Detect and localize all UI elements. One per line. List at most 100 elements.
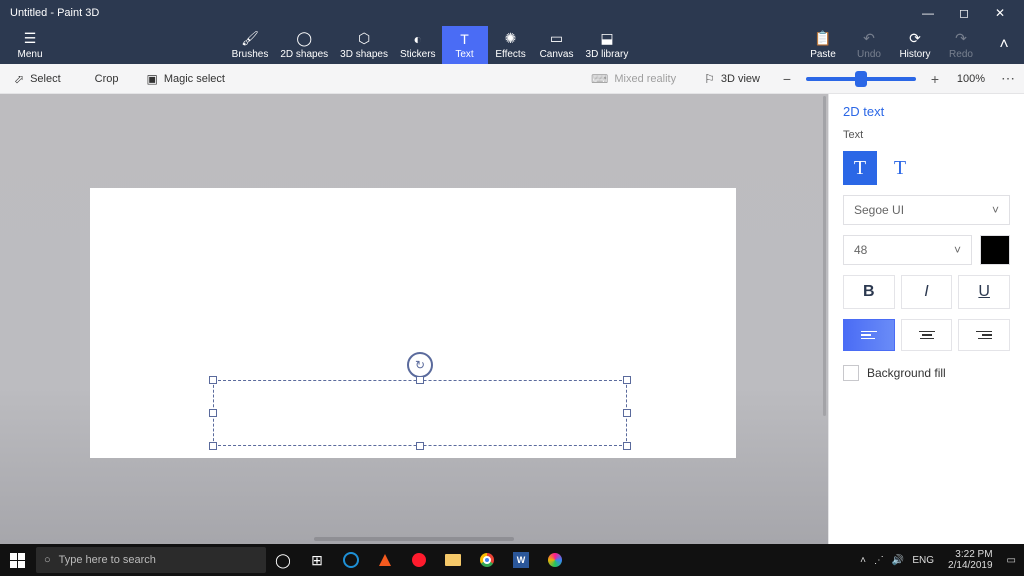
font-size-select[interactable]: 48 ˅ bbox=[843, 235, 972, 265]
taskbar-app-edge[interactable] bbox=[334, 544, 368, 576]
tray-wifi-icon[interactable]: ⋰ bbox=[874, 555, 884, 566]
font-family-value: Segoe UI bbox=[854, 203, 904, 217]
zoom-out-button[interactable]: − bbox=[774, 71, 800, 87]
horizontal-scrollbar[interactable] bbox=[0, 534, 828, 544]
tray-clock[interactable]: 3:22 PM 2/14/2019 bbox=[942, 549, 999, 571]
search-icon: ○ bbox=[44, 554, 51, 566]
taskbar-app-word[interactable]: W bbox=[504, 544, 538, 576]
mixed-reality-button: ⌨ Mixed reality bbox=[577, 64, 690, 93]
font-size-value: 48 bbox=[854, 243, 867, 257]
redo-icon: ↷ bbox=[955, 31, 967, 47]
bold-button[interactable]: B bbox=[843, 275, 895, 309]
edge-icon bbox=[343, 552, 359, 568]
vr-icon: ⌨ bbox=[591, 72, 608, 86]
font-family-select[interactable]: Segoe UI ˅ bbox=[843, 195, 1010, 225]
resize-handle-sw[interactable] bbox=[209, 442, 217, 450]
chrome-icon bbox=[480, 553, 494, 567]
maximize-button[interactable]: ◻ bbox=[946, 0, 982, 26]
canvas-icon: ▭ bbox=[550, 31, 563, 47]
taskbar-app-opera[interactable] bbox=[402, 544, 436, 576]
align-center-button[interactable] bbox=[901, 319, 953, 351]
tray-time: 3:22 PM bbox=[955, 549, 992, 560]
resize-handle-n[interactable] bbox=[416, 376, 424, 384]
tray-notifications-icon[interactable]: ▭ bbox=[1007, 555, 1016, 566]
taskbar-app-paint3d[interactable] bbox=[538, 544, 572, 576]
main-menubar: ☰ Menu 🖌 Brushes ◯ 2D shapes ⬡ 3D shapes… bbox=[0, 26, 1024, 64]
align-right-button[interactable] bbox=[958, 319, 1010, 351]
zoom-slider[interactable] bbox=[806, 77, 916, 81]
underline-button[interactable]: U bbox=[958, 275, 1010, 309]
library-icon: ⬓ bbox=[600, 31, 613, 47]
resize-handle-e[interactable] bbox=[623, 409, 631, 417]
system-tray[interactable]: ˄ ⋰ 🔊 ENG 3:22 PM 2/14/2019 ▭ bbox=[852, 549, 1024, 571]
tray-language[interactable]: ENG bbox=[912, 555, 934, 566]
taskbar-app-vlc[interactable] bbox=[368, 544, 402, 576]
zoom-in-button[interactable]: + bbox=[922, 71, 948, 87]
paste-icon: 📋 bbox=[814, 31, 831, 47]
tool-tabs: 🖌 Brushes ◯ 2D shapes ⬡ 3D shapes ◐ Stic… bbox=[60, 26, 800, 64]
taskbar-search[interactable]: ○ Type here to search bbox=[36, 547, 266, 573]
history-button[interactable]: ⟳ History bbox=[892, 26, 938, 64]
tab-2d-shapes[interactable]: ◯ 2D shapes bbox=[274, 26, 334, 64]
zoom-percent[interactable]: 100% bbox=[948, 73, 994, 85]
start-button[interactable] bbox=[0, 544, 34, 576]
chevron-down-icon: ˅ bbox=[954, 243, 961, 257]
more-options-button[interactable]: ⋯ bbox=[994, 70, 1024, 87]
vlc-icon bbox=[379, 554, 391, 566]
resize-handle-se[interactable] bbox=[623, 442, 631, 450]
brush-icon: 🖌 bbox=[241, 31, 259, 47]
text-selection-box[interactable]: ↻ bbox=[213, 380, 627, 446]
collapse-panel-button[interactable]: ˄ bbox=[984, 26, 1024, 64]
undo-button[interactable]: ↶ Undo bbox=[846, 26, 892, 64]
word-icon: W bbox=[513, 552, 529, 568]
3d-view-button[interactable]: ⚐ 3D view bbox=[690, 64, 774, 93]
select-tool[interactable]: ⬀ Select bbox=[0, 64, 75, 93]
text-section-label: Text bbox=[843, 129, 1010, 141]
resize-handle-ne[interactable] bbox=[623, 376, 631, 384]
tab-3d-library[interactable]: ⬓ 3D library bbox=[580, 26, 635, 64]
paste-button[interactable]: 📋 Paste bbox=[800, 26, 846, 64]
history-icon: ⟳ bbox=[909, 31, 921, 47]
background-fill-checkbox[interactable] bbox=[843, 365, 859, 381]
effects-icon: ✺ bbox=[505, 31, 517, 47]
close-button[interactable]: ✕ bbox=[982, 0, 1018, 26]
tab-stickers[interactable]: ◐ Stickers bbox=[394, 26, 442, 64]
chevron-down-icon: ˅ bbox=[992, 203, 999, 217]
tab-text[interactable]: T Text bbox=[442, 26, 488, 64]
tab-brushes[interactable]: 🖌 Brushes bbox=[226, 26, 275, 64]
3d-text-type-button[interactable]: T bbox=[883, 151, 917, 185]
rotate-handle[interactable]: ↻ bbox=[407, 352, 433, 378]
paint3d-icon bbox=[548, 553, 562, 567]
tab-3d-shapes[interactable]: ⬡ 3D shapes bbox=[334, 26, 394, 64]
canvas-viewport[interactable]: ↻ bbox=[0, 94, 828, 544]
magic-select-icon: ▣ bbox=[146, 72, 157, 86]
cortana-button[interactable]: ◯ bbox=[266, 544, 300, 576]
cursor-icon: ⬀ bbox=[14, 72, 24, 86]
resize-handle-w[interactable] bbox=[209, 409, 217, 417]
vertical-scrollbar[interactable] bbox=[823, 96, 826, 416]
tab-effects[interactable]: ✺ Effects bbox=[488, 26, 534, 64]
taskbar-app-chrome[interactable] bbox=[470, 544, 504, 576]
window-titlebar: Untitled - Paint 3D — ◻ ✕ bbox=[0, 0, 1024, 26]
menu-button[interactable]: ☰ Menu bbox=[0, 26, 60, 64]
minimize-button[interactable]: — bbox=[910, 0, 946, 26]
magic-select-tool[interactable]: ▣ Magic select bbox=[132, 64, 238, 93]
italic-button[interactable]: I bbox=[901, 275, 953, 309]
redo-button[interactable]: ↷ Redo bbox=[938, 26, 984, 64]
flag-icon: ⚐ bbox=[704, 72, 715, 86]
background-fill-label: Background fill bbox=[867, 366, 946, 380]
tray-volume-icon[interactable]: 🔊 bbox=[892, 555, 904, 566]
workspace: ↻ 2D text Text T T Segoe UI ˅ 48 bbox=[0, 94, 1024, 544]
tray-chevron-up-icon[interactable]: ˄ bbox=[860, 555, 866, 566]
2d-text-type-button[interactable]: T bbox=[843, 151, 877, 185]
resize-handle-nw[interactable] bbox=[209, 376, 217, 384]
crop-tool[interactable]: ␫ Crop bbox=[75, 64, 133, 93]
resize-handle-s[interactable] bbox=[416, 442, 424, 450]
text-color-swatch[interactable] bbox=[980, 235, 1010, 265]
task-view-button[interactable]: ⊞ bbox=[300, 544, 334, 576]
align-left-button[interactable] bbox=[843, 319, 895, 351]
taskbar-app-file-explorer[interactable] bbox=[436, 544, 470, 576]
selection-border bbox=[213, 380, 627, 446]
window-title: Untitled - Paint 3D bbox=[6, 7, 910, 19]
tab-canvas[interactable]: ▭ Canvas bbox=[534, 26, 580, 64]
